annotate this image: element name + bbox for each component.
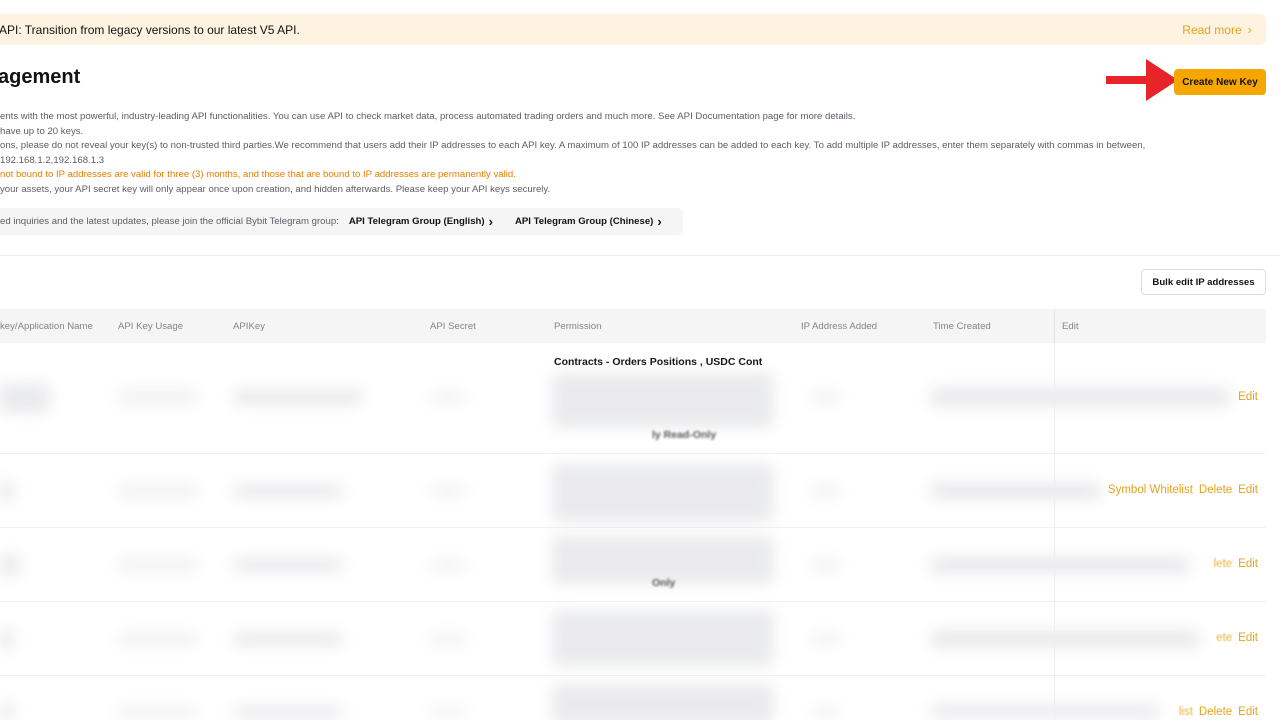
row-actions: lete Edit <box>1214 558 1258 570</box>
delete-link[interactable]: Delete <box>1199 484 1232 496</box>
announcement-banner: API: Transition from legacy versions to … <box>0 14 1266 45</box>
redacted-permission <box>552 373 774 428</box>
redacted-permission <box>552 464 774 522</box>
column-divider <box>1054 454 1055 528</box>
column-divider <box>1054 676 1055 720</box>
column-header: key/Application Name <box>0 321 93 332</box>
redacted-apikey <box>233 558 343 572</box>
delete-link[interactable]: Delete <box>1199 706 1232 718</box>
telegram-group-bar: ed inquiries and the latest updates, ple… <box>0 208 683 235</box>
telegram-chinese-label: API Telegram Group (Chinese) <box>514 216 654 227</box>
description-warning: not bound to IP addresses are valid for … <box>0 169 516 181</box>
delete-link[interactable]: lete <box>1214 558 1233 570</box>
redacted-usage <box>118 558 198 572</box>
redacted-name <box>0 554 20 576</box>
telegram-english-label: API Telegram Group (English) <box>348 216 485 227</box>
redacted-time <box>930 482 1100 500</box>
column-divider <box>1054 528 1055 602</box>
column-header: API Secret <box>430 321 476 332</box>
redacted-ip <box>810 391 840 403</box>
column-divider <box>1054 343 1055 454</box>
section-divider <box>0 255 1280 256</box>
description-line: 192.168.1.2,192.168.1.3 <box>0 154 105 166</box>
redacted-secret <box>430 633 466 645</box>
edit-link[interactable]: Edit <box>1238 391 1258 403</box>
row-actions: Edit <box>1238 391 1258 403</box>
banner-message: API: Transition from legacy versions to … <box>0 22 300 37</box>
redacted-time <box>930 704 1160 718</box>
permission-text: Contracts - Orders Positions , USDC Cont <box>554 356 763 368</box>
table-header: key/Application Name API Key Usage APIKe… <box>0 309 1266 343</box>
chevron-right-icon: › <box>657 214 662 229</box>
chevron-right-icon: › <box>1247 22 1252 37</box>
column-header: APIKey <box>233 321 265 332</box>
edit-link[interactable]: Edit <box>1238 558 1258 570</box>
table-row: Only lete Edit <box>0 528 1266 602</box>
create-new-key-button[interactable]: Create New Key <box>1174 69 1266 95</box>
column-divider <box>1054 602 1055 676</box>
redacted-name <box>0 383 50 413</box>
redacted-name <box>0 628 14 650</box>
redacted-time <box>930 556 1190 574</box>
redacted-apikey <box>233 389 363 405</box>
column-header: Permission <box>554 321 602 332</box>
column-divider <box>1054 309 1055 343</box>
redacted-permission <box>552 610 774 666</box>
redacted-permission <box>552 684 774 720</box>
symbol-whitelist-link[interactable]: Symbol Whitelist <box>1108 484 1193 496</box>
redacted-apikey <box>233 632 343 646</box>
edit-link[interactable]: Edit <box>1238 632 1258 644</box>
redacted-usage <box>118 389 198 405</box>
redacted-time <box>930 630 1200 648</box>
table-row: ete Edit <box>0 602 1266 676</box>
redacted-secret <box>430 707 466 717</box>
redacted-apikey <box>233 706 343 718</box>
redacted-apikey <box>233 484 343 498</box>
telegram-chinese-link[interactable]: API Telegram Group (Chinese) › <box>515 215 662 228</box>
redacted-ip <box>810 707 840 717</box>
redacted-ip <box>810 633 840 645</box>
chevron-right-icon: › <box>488 214 493 229</box>
edit-link[interactable]: Edit <box>1238 484 1258 496</box>
row-actions: list Delete Edit <box>1179 706 1258 718</box>
table-row: list Delete Edit <box>0 676 1266 720</box>
redacted-usage <box>118 632 198 646</box>
redacted-secret <box>430 485 466 497</box>
read-more-link[interactable]: Read more › <box>1182 23 1252 37</box>
redacted-time <box>930 387 1230 407</box>
read-more-label: Read more <box>1182 22 1242 37</box>
delete-link[interactable]: ete <box>1216 632 1232 644</box>
edit-link[interactable]: Edit <box>1238 706 1258 718</box>
redacted-name <box>0 702 14 720</box>
redacted-secret <box>430 391 466 403</box>
bulk-edit-ip-button[interactable]: Bulk edit IP addresses <box>1141 269 1266 295</box>
column-header: API Key Usage <box>118 321 184 332</box>
permission-text: ly Read-Only <box>652 429 717 441</box>
red-arrow-icon <box>1106 59 1178 101</box>
table-row: Contracts - Orders Positions , USDC Cont… <box>0 343 1266 454</box>
redacted-secret <box>430 559 466 571</box>
column-header: Edit <box>1062 321 1079 332</box>
row-actions: ete Edit <box>1216 632 1258 644</box>
page-title: agement <box>0 66 81 88</box>
api-description: ents with the most powerful, industry-le… <box>0 110 1240 198</box>
table-row: Symbol Whitelist Delete Edit <box>0 454 1266 528</box>
description-line: have up to 20 keys. <box>0 125 84 137</box>
row-actions: Symbol Whitelist Delete Edit <box>1108 484 1258 496</box>
redacted-name <box>0 480 14 502</box>
redacted-ip <box>810 559 840 571</box>
symbol-whitelist-link[interactable]: list <box>1179 706 1193 718</box>
column-header: IP Address Added <box>801 321 878 332</box>
telegram-text: ed inquiries and the latest updates, ple… <box>0 216 339 227</box>
description-line: ents with the most powerful, industry-le… <box>0 111 856 122</box>
column-header: Time Created <box>933 321 991 332</box>
permission-text: Only <box>652 577 676 589</box>
redacted-ip <box>810 485 840 497</box>
description-line: ons, please do not reveal your key(s) to… <box>0 140 1146 152</box>
redacted-usage <box>118 706 198 718</box>
description-line: your assets, your API secret key will on… <box>0 183 551 195</box>
telegram-english-link[interactable]: API Telegram Group (English) › <box>349 215 493 228</box>
redacted-usage <box>118 484 198 498</box>
